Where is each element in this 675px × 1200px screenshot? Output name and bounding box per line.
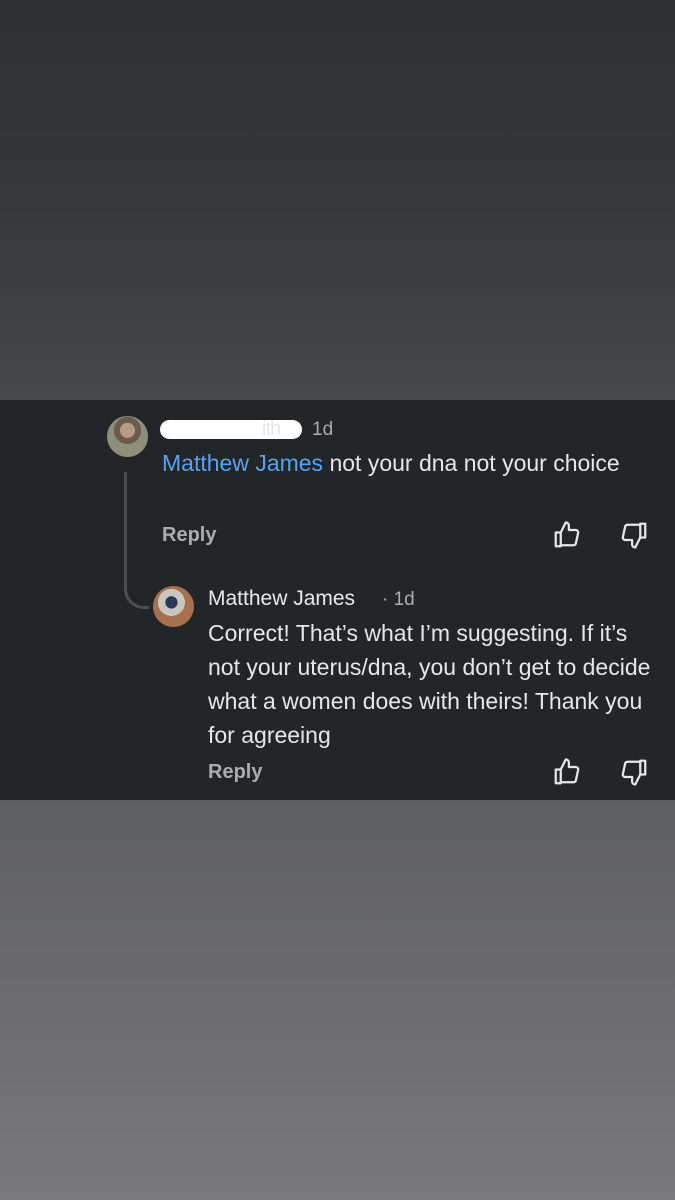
comment-timestamp: 1d bbox=[312, 419, 334, 440]
thumbs-down-icon[interactable] bbox=[619, 520, 649, 550]
blurred-background-bottom bbox=[0, 800, 675, 1200]
redacted-username bbox=[160, 420, 302, 439]
comment-body: Matthew James not your dna not your choi… bbox=[162, 446, 632, 480]
thumbs-down-icon[interactable] bbox=[619, 757, 649, 787]
comment-text: not your dna not your choice bbox=[323, 450, 620, 476]
avatar[interactable] bbox=[153, 586, 194, 627]
avatar[interactable] bbox=[107, 416, 148, 457]
thumbs-up-icon[interactable] bbox=[552, 520, 582, 550]
reply-button[interactable]: Reply bbox=[162, 524, 216, 547]
reply-button[interactable]: Reply bbox=[208, 761, 262, 784]
comment-thread: ith 1d Matthew James not your dna not yo… bbox=[0, 400, 675, 800]
comment-timestamp: · 1d bbox=[382, 589, 415, 610]
thumbs-up-icon[interactable] bbox=[552, 757, 582, 787]
comment-author[interactable]: Matthew James bbox=[208, 587, 355, 611]
redacted-username-fragment: ith bbox=[262, 418, 281, 440]
user-mention-link[interactable]: Matthew James bbox=[162, 450, 323, 476]
blurred-background-top bbox=[0, 0, 675, 400]
comment-text: Correct! That’s what I’m suggesting. If … bbox=[208, 620, 651, 748]
thread-connector-line bbox=[124, 472, 149, 609]
